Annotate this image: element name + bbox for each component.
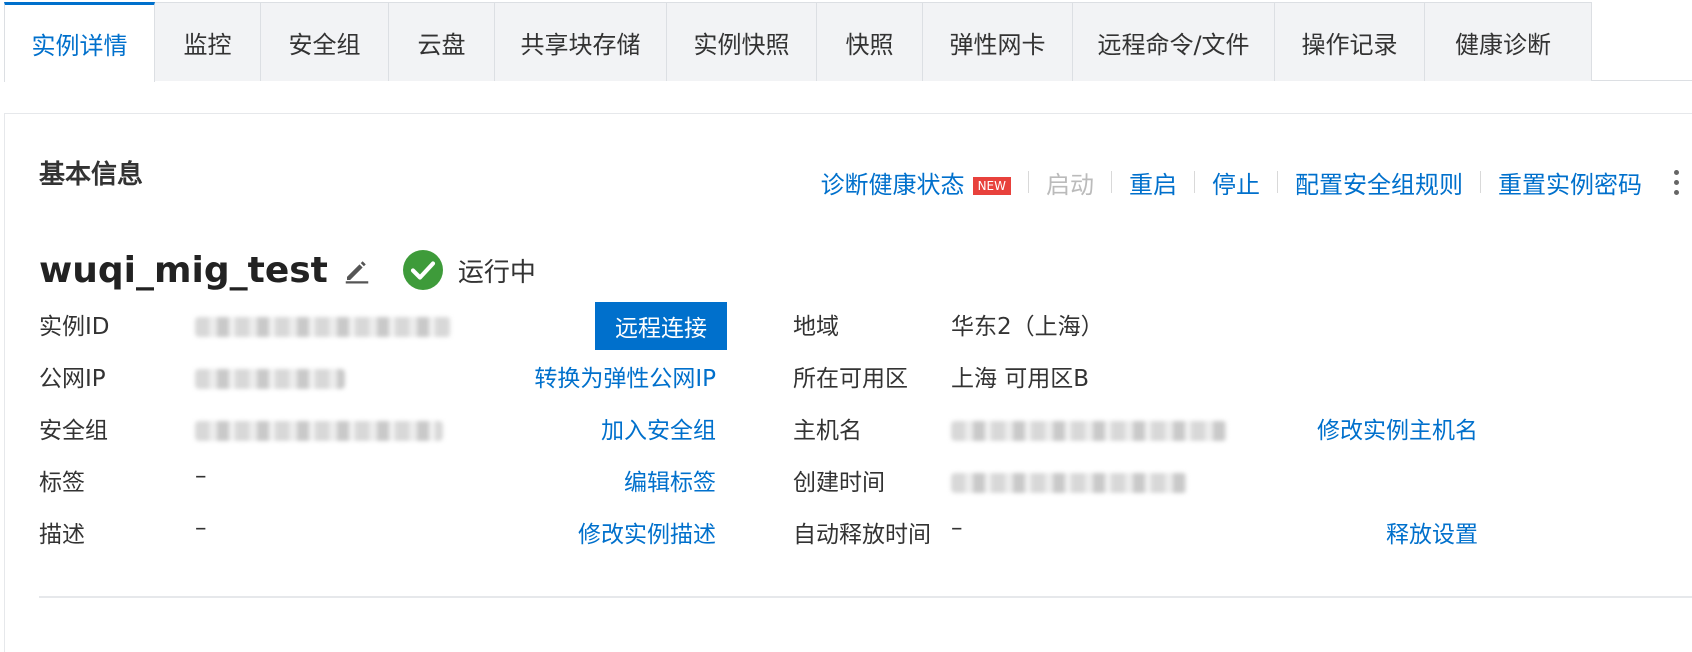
tab-snapshot[interactable]: 快照 (817, 2, 923, 81)
diagnose-health-link[interactable]: 诊断健康状态 NEW (821, 165, 1011, 200)
section-title: 基本信息 (39, 160, 144, 190)
divider (1028, 171, 1029, 193)
remote-connect-button[interactable]: 远程连接 (595, 302, 727, 350)
edit-tags-link[interactable]: 编辑标签 (624, 463, 716, 497)
public-ip-label: 公网IP (39, 366, 106, 392)
start-button[interactable]: 启动 (1046, 165, 1094, 200)
security-group-label: 安全组 (39, 418, 108, 444)
security-group-value (195, 421, 443, 441)
divider (1194, 171, 1195, 193)
region-label: 地域 (793, 314, 839, 340)
description-label: 描述 (39, 522, 85, 548)
reset-password-link[interactable]: 重置实例密码 (1498, 165, 1642, 200)
config-security-group-link[interactable]: 配置安全组规则 (1295, 165, 1463, 200)
hostname-value (951, 421, 1227, 441)
divider (1277, 171, 1278, 193)
edit-description-link[interactable]: 修改实例描述 (578, 515, 716, 549)
zone-label: 所在可用区 (793, 366, 908, 392)
status-text: 运行中 (457, 257, 536, 288)
auto-release-label: 自动释放时间 (793, 522, 931, 548)
created-time-label: 创建时间 (793, 470, 885, 496)
action-bar: 诊断健康状态 NEW 启动 重启 停止 配置安全组规则 重置实例密码 (821, 162, 1692, 202)
basic-info-panel: 基本信息 诊断健康状态 NEW 启动 重启 停止 配置安全组规则 重置实例密码 w… (4, 113, 1692, 652)
tab-security-group[interactable]: 安全组 (261, 2, 389, 81)
tab-remote-command[interactable]: 远程命令/文件 (1073, 2, 1275, 81)
divider (1480, 171, 1481, 193)
auto-release-value: – (951, 515, 963, 541)
tags-value: – (195, 463, 207, 489)
join-security-group-link[interactable]: 加入安全组 (601, 411, 716, 445)
restart-button[interactable]: 重启 (1129, 165, 1177, 200)
instance-id-value (195, 317, 451, 337)
tab-cloud-disk[interactable]: 云盘 (389, 2, 495, 81)
tab-instance-details[interactable]: 实例详情 (4, 2, 155, 82)
more-vertical-icon[interactable] (1660, 162, 1692, 202)
release-settings-link[interactable]: 释放设置 (1386, 515, 1478, 549)
tags-label: 标签 (39, 470, 85, 496)
description-value: – (195, 515, 207, 541)
public-ip-value (195, 369, 345, 389)
instance-id-label: 实例ID (39, 314, 110, 340)
tab-operation-log[interactable]: 操作记录 (1275, 2, 1425, 81)
divider (39, 596, 1692, 598)
stop-button[interactable]: 停止 (1212, 165, 1260, 200)
check-circle-icon (402, 250, 443, 290)
tab-instance-snapshot[interactable]: 实例快照 (667, 2, 817, 81)
created-time-value (951, 473, 1187, 493)
edit-icon[interactable] (342, 255, 372, 285)
tab-health-diagnosis[interactable]: 健康诊断 (1425, 2, 1592, 81)
hostname-label: 主机名 (793, 418, 862, 444)
divider (1111, 171, 1112, 193)
zone-value: 上海 可用区B (951, 366, 1090, 392)
convert-eip-link[interactable]: 转换为弹性公网IP (534, 359, 716, 393)
instance-header: wuqi_mig_test 运行中 (39, 242, 536, 298)
instance-name: wuqi_mig_test (39, 249, 328, 291)
region-value: 华东2（上海） (951, 314, 1104, 340)
tab-bar: 实例详情 监控 安全组 云盘 共享块存储 实例快照 快照 弹性网卡 远程命令/文… (4, 2, 1692, 82)
tab-elastic-nic[interactable]: 弹性网卡 (923, 2, 1073, 81)
tab-shared-block-storage[interactable]: 共享块存储 (495, 2, 667, 81)
new-badge: NEW (972, 176, 1011, 195)
tab-monitoring[interactable]: 监控 (155, 2, 261, 81)
edit-hostname-link[interactable]: 修改实例主机名 (1317, 411, 1478, 445)
